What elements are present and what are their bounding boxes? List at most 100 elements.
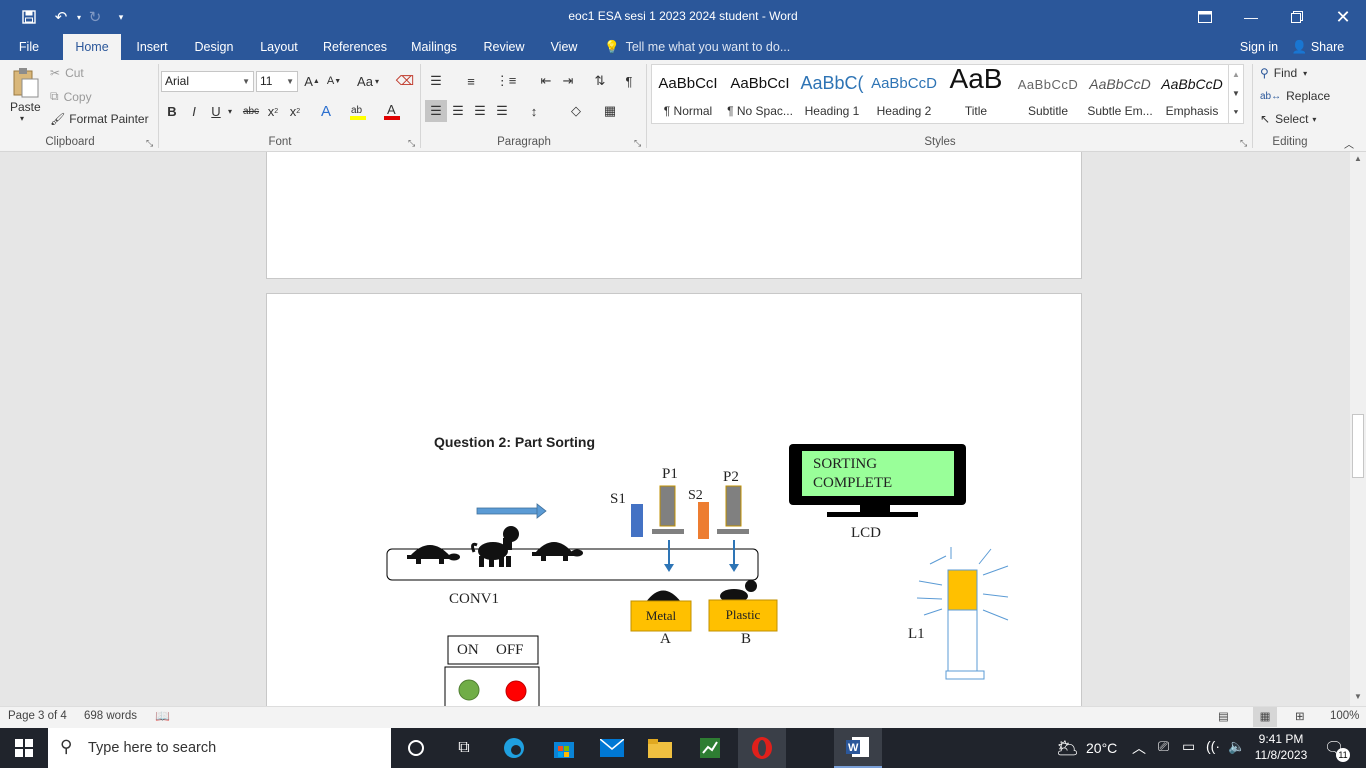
network-icon[interactable]: ((· xyxy=(1206,738,1220,754)
align-right-icon[interactable]: ☰ xyxy=(469,100,491,122)
borders-icon[interactable]: ▦ xyxy=(599,100,621,122)
bullets-icon[interactable]: ☰ xyxy=(425,70,447,92)
style-title[interactable]: AaB Title xyxy=(940,63,1012,123)
chevron-up-icon[interactable]: ▲ xyxy=(1229,65,1243,84)
italic-icon[interactable]: I xyxy=(183,100,205,122)
task-view-icon[interactable]: ⧉ xyxy=(440,728,488,768)
paste-dropdown-icon[interactable]: ▾ xyxy=(20,114,24,123)
sign-in-link[interactable]: Sign in xyxy=(1236,34,1282,60)
minimize-button[interactable]: — xyxy=(1228,0,1274,34)
find-button[interactable]: ⚲ Find ▾ xyxy=(1260,66,1307,80)
font-name-box[interactable]: Arial ▼ xyxy=(161,71,254,92)
style-subtitle[interactable]: AaBbCcD Subtitle xyxy=(1012,65,1084,123)
bold-icon[interactable]: B xyxy=(161,100,183,122)
chevron-down-icon[interactable]: ▼ xyxy=(1229,84,1243,103)
volume-icon[interactable]: 🔈 xyxy=(1228,738,1245,755)
styles-launcher-icon[interactable]: ⤡ xyxy=(1240,138,1247,149)
ribbon-display-options-icon[interactable] xyxy=(1182,0,1228,34)
print-layout-icon[interactable]: ▦ xyxy=(1253,707,1277,727)
app-icon[interactable] xyxy=(686,728,734,768)
web-layout-icon[interactable]: ⊞ xyxy=(1295,709,1305,723)
taskbar-search-box[interactable]: ⚲ Type here to search xyxy=(48,728,391,768)
restore-button[interactable] xyxy=(1274,0,1320,34)
share-button[interactable]: 👤 Share xyxy=(1290,34,1346,60)
word-count[interactable]: 698 words xyxy=(84,710,137,722)
increase-indent-icon[interactable]: ⇥ xyxy=(557,70,579,92)
paste-button[interactable]: Paste xyxy=(10,100,41,114)
page-3[interactable]: Question 2: Part Sorting SORTING COMPLET… xyxy=(266,293,1082,706)
scroll-down-icon[interactable]: ▼ xyxy=(1350,692,1366,701)
paste-icon[interactable] xyxy=(10,66,42,100)
mail-icon[interactable] xyxy=(588,728,636,768)
close-button[interactable]: ✕ xyxy=(1320,0,1366,34)
numbering-icon[interactable]: ≡ xyxy=(460,70,482,92)
font-color-icon[interactable]: A xyxy=(381,100,403,122)
clock[interactable]: 9:41 PM 11/8/2023 xyxy=(1252,731,1310,763)
select-button[interactable]: ↖ Select ▾ xyxy=(1260,112,1316,126)
tab-mailings[interactable]: Mailings xyxy=(404,34,464,60)
tab-home[interactable]: Home xyxy=(63,34,121,60)
line-spacing-icon[interactable]: ↕ xyxy=(523,100,545,122)
battery-icon[interactable]: ▭ xyxy=(1182,738,1195,755)
shrink-font-icon[interactable]: A ▼ xyxy=(323,70,345,92)
font-launcher-icon[interactable]: ⤡ xyxy=(408,138,415,149)
sort-icon[interactable]: ⇅ xyxy=(589,70,611,92)
meet-now-icon[interactable]: ⎚ xyxy=(1158,738,1169,755)
tell-me-box[interactable]: 💡 Tell me what you want to do... xyxy=(604,34,794,60)
windows-start-icon[interactable] xyxy=(0,728,48,768)
scroll-thumb[interactable] xyxy=(1352,414,1364,478)
decrease-indent-icon[interactable]: ⇤ xyxy=(535,70,557,92)
zoom-level[interactable]: 100% xyxy=(1330,710,1359,722)
vertical-scrollbar[interactable]: ▲ ▼ xyxy=(1350,152,1366,706)
opera-icon[interactable] xyxy=(738,728,786,768)
tab-view[interactable]: View xyxy=(544,34,584,60)
style-subtle-emphasis[interactable]: AaBbCcD Subtle Em... xyxy=(1084,65,1156,123)
subscript-icon[interactable]: x2 xyxy=(262,100,284,122)
replace-button[interactable]: ab↔ Replace xyxy=(1260,89,1330,103)
more-styles-icon[interactable]: ⯆ xyxy=(1229,103,1243,122)
align-center-icon[interactable]: ☰ xyxy=(447,100,469,122)
copy-button[interactable]: ⧉ Copy xyxy=(50,89,92,104)
edge-icon[interactable] xyxy=(490,728,538,768)
grow-font-icon[interactable]: A ▲ xyxy=(301,70,323,92)
tab-file[interactable]: File xyxy=(8,34,50,60)
style-heading-1[interactable]: AaBbC(Heading 1 xyxy=(796,65,868,123)
strikethrough-icon[interactable]: abc xyxy=(240,100,262,122)
tab-layout[interactable]: Layout xyxy=(252,34,306,60)
collapse-ribbon-icon[interactable]: ︿ xyxy=(1344,136,1354,151)
style-no-spacing[interactable]: AaBbCcI ¶ No Spac... xyxy=(724,65,796,123)
text-effects-icon[interactable]: A xyxy=(315,100,337,122)
align-left-icon[interactable]: ☰ xyxy=(425,100,447,122)
weather-sun-icon[interactable]: 🌥 xyxy=(1056,738,1079,759)
cut-button[interactable]: ✂ Cut xyxy=(50,66,84,80)
shading-icon[interactable]: ◇ xyxy=(565,100,587,122)
file-explorer-icon[interactable] xyxy=(636,728,684,768)
superscript-icon[interactable]: x2 xyxy=(284,100,306,122)
change-case-button[interactable]: Aa ▾ xyxy=(353,70,383,92)
proofing-icon[interactable]: 📖 xyxy=(155,709,170,723)
font-size-box[interactable]: 11 ▼ xyxy=(256,71,298,92)
word-icon[interactable]: W xyxy=(834,728,882,768)
style-heading-2[interactable]: AaBbCcD Heading 2 xyxy=(868,65,940,123)
highlight-icon[interactable]: ab xyxy=(347,100,369,122)
scroll-up-icon[interactable]: ▲ xyxy=(1350,154,1366,163)
clipboard-launcher-icon[interactable]: ⤡ xyxy=(146,138,153,149)
underline-dropdown-icon[interactable]: ▾ xyxy=(224,100,236,122)
style-normal[interactable]: AaBbCcI ¶ Normal xyxy=(652,65,724,123)
tab-insert[interactable]: Insert xyxy=(128,34,176,60)
page-count[interactable]: Page 3 of 4 xyxy=(8,710,67,722)
style-emphasis[interactable]: AaBbCcD Emphasis xyxy=(1156,65,1228,123)
show-formatting-icon[interactable]: ¶ xyxy=(618,70,640,92)
cortana-icon[interactable] xyxy=(392,728,440,768)
tab-references[interactable]: References xyxy=(318,34,392,60)
tab-design[interactable]: Design xyxy=(186,34,242,60)
store-icon[interactable] xyxy=(540,728,588,768)
paragraph-launcher-icon[interactable]: ⤡ xyxy=(634,138,641,149)
tab-review[interactable]: Review xyxy=(478,34,530,60)
read-mode-icon[interactable]: ▤ xyxy=(1218,709,1229,723)
format-painter-button[interactable]: 🖌 Format Painter xyxy=(50,112,149,126)
justify-icon[interactable]: ☰ xyxy=(491,100,513,122)
clear-formatting-icon[interactable]: ⌫ xyxy=(394,70,416,92)
temperature[interactable]: 20°C xyxy=(1086,740,1117,756)
chevron-up-icon[interactable]: ︿ xyxy=(1132,738,1146,758)
